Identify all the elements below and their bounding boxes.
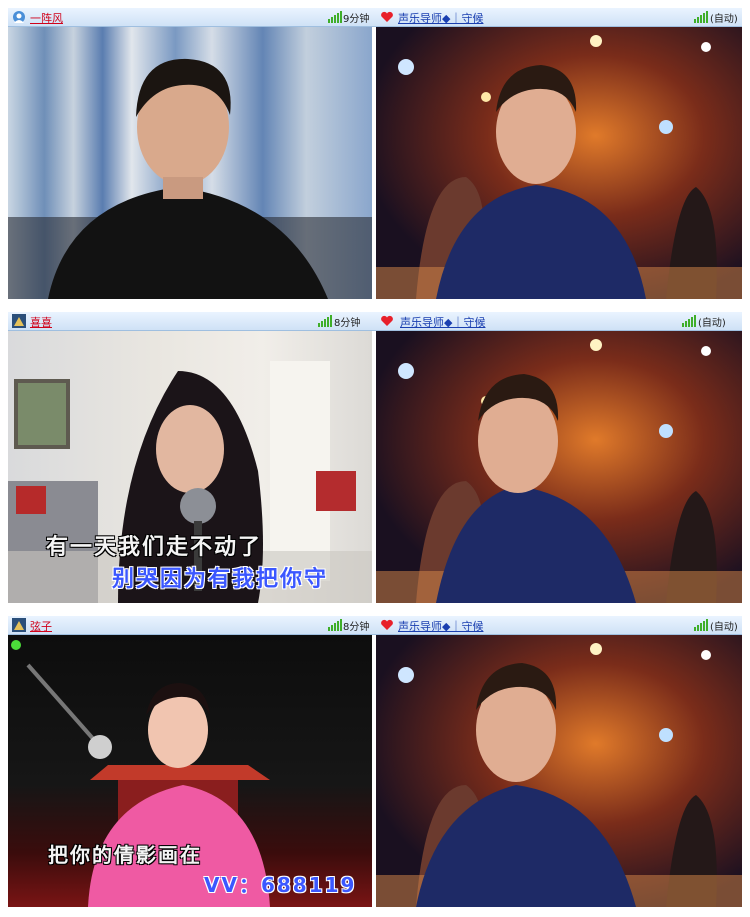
row-header: 喜喜 8分钟 声乐导师◆｜守候 (自动) bbox=[8, 312, 742, 331]
video-row-3: 弦子 8分钟 声乐导师◆｜守候 (自动) 把你的倩影画在 VV：688119 bbox=[8, 616, 742, 908]
signal-icon bbox=[328, 11, 342, 23]
username-link[interactable]: 弦子 bbox=[30, 618, 52, 634]
heart-icon bbox=[381, 11, 393, 22]
person-figure bbox=[8, 58, 372, 299]
video-row-2: 喜喜 8分钟 声乐导师◆｜守候 (自动) 有一天我们走不动了 别哭因为有我把你守 bbox=[8, 312, 742, 604]
username-link[interactable]: 喜喜 bbox=[30, 314, 52, 330]
host-name-link[interactable]: 声乐导师◆｜守候 bbox=[398, 10, 483, 26]
username-link[interactable]: 一阵风 bbox=[30, 10, 63, 26]
user-avatar-icon bbox=[12, 618, 26, 632]
user-avatar-icon bbox=[13, 11, 25, 23]
signal-icon bbox=[682, 315, 696, 327]
auto-status: (自动) bbox=[710, 622, 738, 633]
user-header-left: 弦子 8分钟 bbox=[8, 616, 372, 634]
stage-scene bbox=[376, 643, 742, 907]
signal-icon bbox=[694, 11, 708, 23]
host-name-link[interactable]: 声乐导师◆｜守候 bbox=[398, 618, 483, 634]
user-header-left: 喜喜 8分钟 bbox=[8, 312, 372, 330]
host-header-right: 声乐导师◆｜守候 (自动) bbox=[376, 616, 742, 634]
lyric-line-2: VV：688119 bbox=[204, 873, 357, 897]
user-avatar-icon bbox=[12, 314, 26, 328]
lyric-line-1: 把你的倩影画在 bbox=[48, 843, 202, 867]
video-feed-left[interactable]: 把你的倩影画在 VV：688119 bbox=[8, 635, 372, 907]
lyric-line-2: 别哭因为有我把你守 bbox=[112, 567, 329, 592]
video-feed-right[interactable] bbox=[376, 27, 742, 299]
heart-icon bbox=[381, 619, 393, 630]
video-feed-left[interactable] bbox=[8, 27, 372, 299]
video-feed-left[interactable]: 有一天我们走不动了 别哭因为有我把你守 bbox=[8, 331, 372, 603]
lyric-line-1: 有一天我们走不动了 bbox=[46, 535, 263, 560]
video-feed-right[interactable] bbox=[376, 635, 742, 907]
video-row-1: 一阵风 9分钟 声乐导师◆｜守候 (自动) bbox=[8, 8, 742, 300]
stage-scene bbox=[376, 339, 742, 603]
stage-scene bbox=[376, 35, 742, 299]
mic-timer: 8分钟 bbox=[343, 622, 370, 633]
host-header-right: 声乐导师◆｜守候 (自动) bbox=[376, 8, 742, 26]
mic-timer: 9分钟 bbox=[343, 14, 370, 25]
row-header: 弦子 8分钟 声乐导师◆｜守候 (自动) bbox=[8, 616, 742, 635]
row-header: 一阵风 9分钟 声乐导师◆｜守候 (自动) bbox=[8, 8, 742, 27]
signal-icon bbox=[694, 619, 708, 631]
signal-icon bbox=[318, 315, 332, 327]
user-header-left: 一阵风 9分钟 bbox=[8, 8, 372, 26]
auto-status: (自动) bbox=[710, 14, 738, 25]
video-feed-right[interactable] bbox=[376, 331, 742, 603]
signal-icon bbox=[328, 619, 342, 631]
heart-icon bbox=[381, 315, 393, 326]
host-name-link[interactable]: 声乐导师◆｜守候 bbox=[400, 314, 485, 330]
host-header-right: 声乐导师◆｜守候 (自动) bbox=[376, 312, 742, 330]
mic-timer: 8分钟 bbox=[334, 318, 361, 329]
auto-status: (自动) bbox=[698, 318, 726, 329]
